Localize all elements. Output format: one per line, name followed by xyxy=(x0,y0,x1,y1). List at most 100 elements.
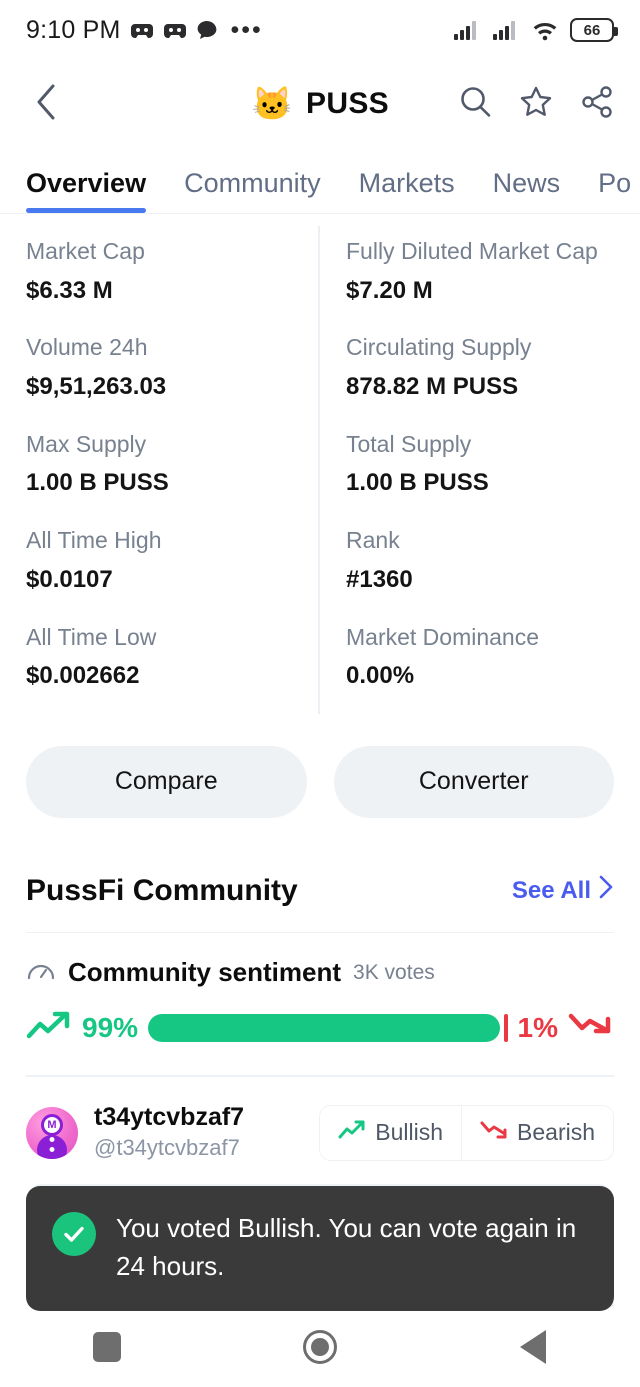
sentiment-bar-bearish xyxy=(503,1013,508,1042)
trend-down-icon xyxy=(480,1119,508,1147)
trend-down-icon xyxy=(568,1008,614,1047)
bullish-label: Bullish xyxy=(375,1119,444,1146)
sentiment-bar xyxy=(148,1013,508,1042)
stat-all-time-high: All Time High $0.0107 xyxy=(26,527,320,594)
trend-up-icon xyxy=(338,1119,366,1147)
community-sentiment: Community sentiment 3K votes 99% 1% xyxy=(0,933,640,1047)
sentiment-header: Community sentiment 3K votes xyxy=(26,957,614,988)
stat-all-time-low: All Time Low $0.002662 xyxy=(26,624,320,691)
avatar-initial: M xyxy=(41,1113,63,1136)
stat-market-cap: Market Cap $6.33 M xyxy=(26,238,320,305)
stat-label: Volume 24h xyxy=(26,334,148,361)
status-bar: 9:10 PM ••• 66 xyxy=(0,0,640,60)
bearish-percent: 1% xyxy=(517,1011,558,1043)
converter-button[interactable]: Converter xyxy=(333,745,614,818)
community-title: PussFi Community xyxy=(26,873,298,907)
section-tabs: Overview Community Markets News Po xyxy=(0,148,640,214)
signal-bars-icon xyxy=(453,19,481,41)
share-icon[interactable] xyxy=(580,85,614,124)
stat-total-supply: Total Supply 1.00 B PUSS xyxy=(346,431,614,498)
wifi-icon xyxy=(531,19,559,41)
stats-grid: Market Cap $6.33 M Volume 24h $9,51,263.… xyxy=(0,214,640,728)
battery-level: 66 xyxy=(583,21,601,39)
avatar-dot xyxy=(49,1146,55,1152)
action-buttons: Compare Converter xyxy=(0,728,640,818)
trend-up-icon xyxy=(26,1008,72,1047)
stat-value: $0.002662 xyxy=(26,662,140,690)
app-header: 🐱 PUSS xyxy=(0,60,640,148)
stat-label: Rank xyxy=(346,527,400,554)
tab-markets[interactable]: Markets xyxy=(359,168,455,213)
avatar-dot xyxy=(49,1136,55,1142)
more-dots-icon: ••• xyxy=(230,15,263,44)
gauge-icon xyxy=(26,958,56,987)
stat-value: 1.00 B PUSS xyxy=(346,469,489,497)
toast-notification: You voted Bullish. You can vote again in… xyxy=(26,1186,614,1312)
back-nav-button[interactable] xyxy=(473,1317,593,1377)
stat-volume-24h: Volume 24h $9,51,263.03 xyxy=(26,334,320,401)
stat-value: 878.82 M PUSS xyxy=(346,372,519,400)
battery-indicator: 66 xyxy=(570,18,618,42)
vote-button-group: Bullish Bearish xyxy=(319,1104,614,1161)
user-handle: @t34ytcvbzaf7 xyxy=(94,1134,240,1160)
stat-value: $6.33 M xyxy=(26,276,113,304)
stats-column-left: Market Cap $6.33 M Volume 24h $9,51,263.… xyxy=(26,238,320,720)
see-all-link[interactable]: See All xyxy=(512,875,614,906)
stat-label: Fully Diluted Market Cap xyxy=(346,238,598,264)
status-bar-right: 66 xyxy=(453,18,618,42)
tab-overview[interactable]: Overview xyxy=(26,168,147,213)
header-actions xyxy=(458,85,614,124)
recents-button[interactable] xyxy=(47,1317,167,1377)
chevron-left-icon xyxy=(35,84,57,125)
sentiment-votes: 3K votes xyxy=(353,960,435,984)
stat-value: $7.20 M xyxy=(346,276,433,304)
tab-news[interactable]: News xyxy=(493,168,561,213)
avatar[interactable]: M xyxy=(26,1106,78,1159)
bearish-vote-button[interactable]: Bearish xyxy=(461,1105,613,1160)
stat-label: All Time Low xyxy=(26,623,157,650)
stat-fully-diluted-market-cap: Fully Diluted Market Cap $7.20 M xyxy=(346,238,614,305)
stat-label: Total Supply xyxy=(346,430,472,457)
sentiment-bar-row[interactable]: 99% 1% xyxy=(26,1008,614,1047)
compare-button[interactable]: Compare xyxy=(26,745,307,818)
home-button[interactable] xyxy=(260,1317,380,1377)
stat-rank: Rank #1360 xyxy=(346,527,614,594)
stat-max-supply: Max Supply 1.00 B PUSS xyxy=(26,431,320,498)
stat-market-dominance: Market Dominance 0.00% xyxy=(346,624,614,691)
game-controller-icon xyxy=(163,19,187,41)
tab-portfolio[interactable]: Po xyxy=(598,168,631,213)
check-circle-icon xyxy=(52,1212,96,1256)
status-bar-left: 9:10 PM ••• xyxy=(26,16,263,45)
signal-bars-icon xyxy=(492,19,520,41)
bearish-label: Bearish xyxy=(517,1119,595,1146)
user-identity: t34ytcvbzaf7 @t34ytcvbzaf7 xyxy=(94,1103,244,1162)
stat-value: 0.00% xyxy=(346,662,415,690)
back-button[interactable] xyxy=(26,84,66,124)
user-name: t34ytcvbzaf7 xyxy=(94,1102,245,1131)
stat-label: Market Cap xyxy=(26,238,145,264)
page-title: PUSS xyxy=(306,87,389,120)
tab-community[interactable]: Community xyxy=(184,168,321,213)
stat-value: $9,51,263.03 xyxy=(26,372,167,400)
stats-divider xyxy=(318,226,320,714)
sentiment-bar-bullish xyxy=(148,1013,500,1042)
star-icon[interactable] xyxy=(519,85,553,124)
stat-value: $0.0107 xyxy=(26,565,113,593)
search-icon[interactable] xyxy=(458,85,492,124)
game-controller-icon xyxy=(130,19,154,41)
stats-column-right: Fully Diluted Market Cap $7.20 M Circula… xyxy=(320,238,614,720)
status-time: 9:10 PM xyxy=(26,15,121,44)
android-nav-bar xyxy=(0,1307,640,1387)
chat-bubble-icon xyxy=(196,19,218,41)
stat-label: Circulating Supply xyxy=(346,334,532,361)
see-all-label: See All xyxy=(511,876,591,904)
square-icon xyxy=(92,1332,121,1362)
community-header: PussFi Community See All xyxy=(0,818,640,908)
coin-avatar: 🐱 xyxy=(251,85,293,122)
stat-label: Market Dominance xyxy=(346,623,540,650)
toast-message: You voted Bullish. You can vote again in… xyxy=(116,1213,577,1281)
chevron-right-icon xyxy=(598,875,614,906)
stat-circulating-supply: Circulating Supply 878.82 M PUSS xyxy=(346,334,614,401)
stat-value: #1360 xyxy=(346,565,413,593)
bullish-vote-button[interactable]: Bullish xyxy=(320,1105,462,1160)
